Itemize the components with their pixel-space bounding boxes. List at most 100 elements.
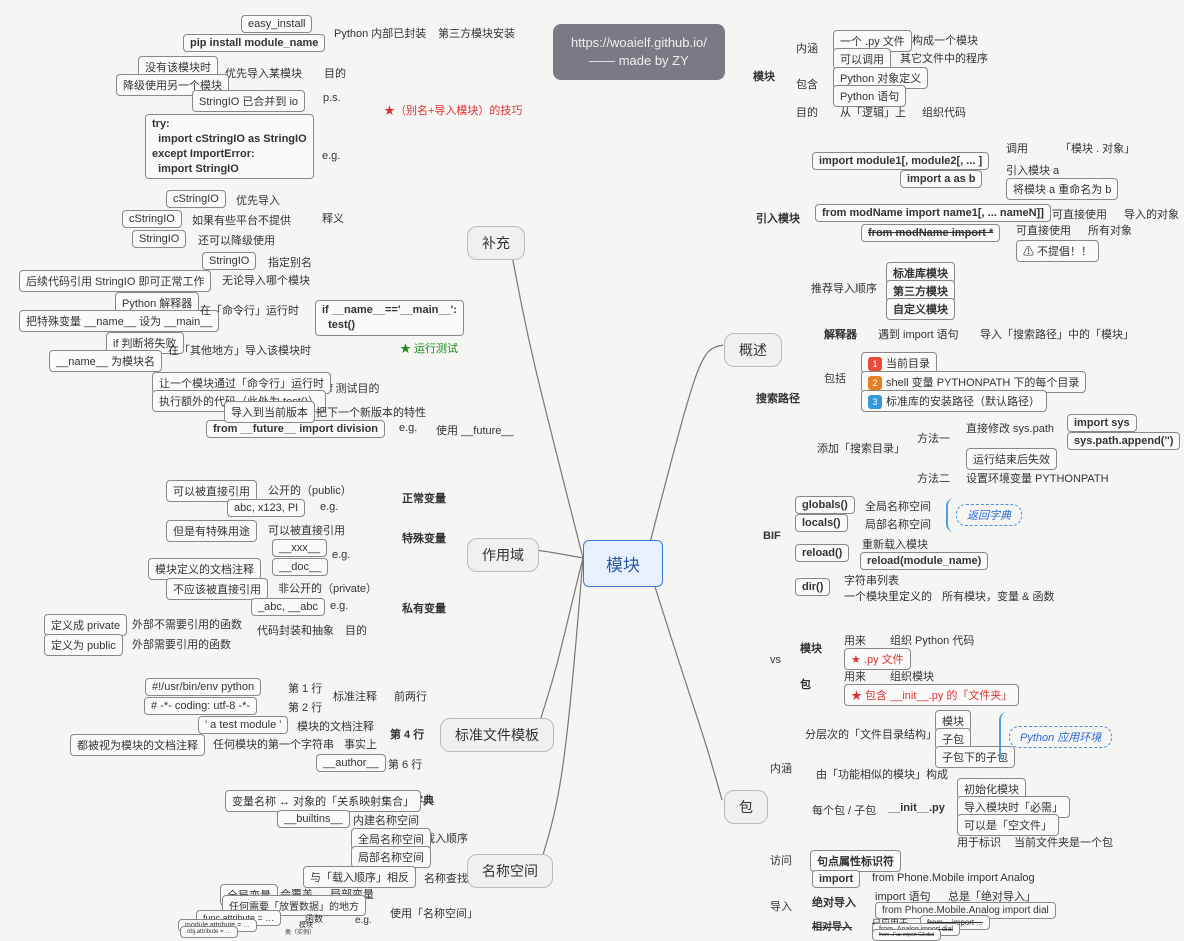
if-name-main: if __name__=='__main__': test() [315, 300, 464, 336]
each-pkg: 每个包 / 子包 [812, 802, 876, 818]
use-ns: 使用「名称空间」 [390, 905, 478, 921]
vs-pkg: 包 [800, 676, 811, 692]
obj-attr: obj.attribute = … [180, 926, 238, 938]
def-public: 定义为 public [44, 634, 123, 656]
use-future: 使用 __future__ [436, 422, 514, 438]
eg-s: e.g. [320, 501, 338, 513]
pkg-neihan: 内涵 [770, 760, 792, 776]
search-path: 搜索路径 [756, 390, 800, 406]
direct-use: 可直接使用 [1052, 206, 1107, 222]
mapping: 变量名称 ↔ 对象的「关系映射集合」 [225, 790, 421, 812]
branch-scope: 作用域 [467, 538, 539, 572]
branch-namespace: 名称空间 [467, 854, 553, 888]
pp-text: shell 变量 PYTHONPATH 下的每个目录 [886, 377, 1079, 389]
public: 公开的（public） [268, 482, 352, 498]
init3: 可以是「空文件」 [957, 814, 1059, 836]
dir-all: 所有模块，变量 & 函数 [942, 588, 1054, 604]
alias-tip-star: ★（别名+导入模块）的技巧 [384, 102, 522, 118]
string-4d: 指定别名 [268, 254, 312, 270]
self-lib: 自定义模块 [886, 298, 955, 320]
method2-d: 设置环境变量 PYTHONPATH [966, 470, 1109, 486]
try-import-code: try: import cStringIO as StringIO except… [145, 114, 314, 179]
vs-mod-org: 组织 Python 代码 [890, 632, 974, 648]
dict-brace [946, 498, 954, 532]
mod-doc2: 模块的文档注释 [297, 718, 374, 734]
global-ns2: 全局名称空间 [865, 498, 931, 514]
eg-s2: e.g. [332, 549, 350, 561]
dir-list: 字符串列表 [844, 572, 899, 588]
init-py: __init__.py [888, 802, 945, 814]
import-obj: 导入的对象 [1124, 206, 1179, 222]
hier: 分层次的「文件目录结构」 [805, 726, 937, 742]
import-2: import a as b [900, 170, 982, 188]
normal-var: 正常变量 [402, 490, 446, 506]
local-ns: 局部名称空间 [351, 846, 431, 868]
rename-b: 将模块 a 重命名为 b [1006, 178, 1118, 200]
init5: 当前文件夹是一个包 [1014, 834, 1113, 850]
line1-label: 第 1 行 [288, 680, 322, 696]
eg-s3: e.g. [330, 600, 348, 612]
r-module: 模块 [753, 68, 775, 84]
abs-import: 绝对导入 [812, 894, 856, 910]
underscore: _abc, __abc [251, 598, 325, 616]
private: 非公开的（private） [278, 580, 377, 596]
branch-template: 标准文件模板 [440, 718, 554, 752]
def-private: 定义成 private [44, 614, 127, 636]
string-3d: 还可以降级使用 [198, 232, 275, 248]
contain: 包含 [796, 76, 818, 92]
future-desc: 把下一个新版本的特性 [316, 404, 426, 420]
run-end-fail: 运行结束后失效 [966, 448, 1057, 470]
def-public-d: 外部需要引用的函数 [132, 636, 231, 652]
add-search: 添加「搜索目录」 [817, 440, 905, 456]
vs-pkg-fld: ★ 包含 __init__.py 的「文件夹」 [844, 684, 1019, 706]
line6: 第 6 行 [388, 756, 422, 772]
tail2: 无论导入哪个模块 [222, 272, 310, 288]
rel3: from ..Fax import G3.dial [872, 929, 941, 941]
std-comment: 标准注释 [333, 688, 377, 704]
eg-label-1: e.g. [322, 150, 340, 162]
author: __author__ [316, 754, 386, 772]
credit-box: https://woaielf.github.io/ —— made by ZY [553, 24, 725, 80]
third-party-install: 第三方模块安装 [438, 25, 515, 41]
recommend-order: 推荐导入顺序 [811, 280, 877, 296]
string-3: StringIO [132, 230, 186, 248]
name-mod: __name__ 为模块名 [49, 350, 162, 372]
app-brace [999, 712, 1007, 762]
import-module: 引入模块 [756, 210, 800, 226]
import-1: import module1[, module2[, ... ] [812, 152, 989, 170]
branch-package: 包 [724, 790, 768, 824]
private-var: 私有变量 [402, 600, 446, 616]
vs-mod-py: ★ .py 文件 [844, 648, 911, 670]
other-import: 在「其他地方」导入该模块时 [168, 342, 311, 358]
cstring-2: cStringIO [122, 210, 182, 228]
interpreter: 解释器 [824, 326, 857, 342]
special-var: 特殊变量 [402, 530, 446, 546]
释义-label: 释义 [322, 210, 344, 226]
meet-import: 遇到 import 语句 [878, 326, 959, 342]
no-ref: 不应该被直接引用 [166, 578, 268, 600]
rev-order: 与「载入顺序」相反 [303, 866, 416, 888]
eg-ns: e.g. [355, 915, 372, 926]
reload-d2: reload(module_name) [860, 552, 988, 570]
pkg-import: 导入 [770, 898, 792, 914]
xxx: __xxx__ [272, 539, 327, 557]
vs-pkg-use: 用来 [844, 668, 866, 684]
mod-doc: 模块定义的文档注释 [148, 558, 261, 580]
reload: reload() [795, 544, 849, 562]
std-install: 3标准库的安装路径（默认路径） [861, 390, 1047, 412]
build-mod: 构成一个模块 [912, 32, 978, 48]
r-neihan: 内涵 [796, 40, 818, 56]
search-in: 导入「搜索路径」中的「模块」 [980, 326, 1134, 342]
run-test-star: ★ 运行测试 [400, 340, 458, 356]
globals: globals() [795, 496, 855, 514]
if-test-goal: if 测试目的 [327, 380, 380, 396]
line4: 第 4 行 [390, 726, 424, 742]
def-private-d: 外部不需要引用的函数 [132, 616, 242, 632]
cstring-1: cStringIO [166, 190, 226, 208]
similar: 由「功能相似的模块」构成 [816, 766, 948, 782]
vs: vs [770, 654, 781, 666]
string-4: StringIO [202, 252, 256, 270]
easy-install: easy_install [241, 15, 312, 33]
vs-mod-use: 用来 [844, 632, 866, 648]
first-string: 任何模块的第一个字符串 [213, 736, 334, 752]
